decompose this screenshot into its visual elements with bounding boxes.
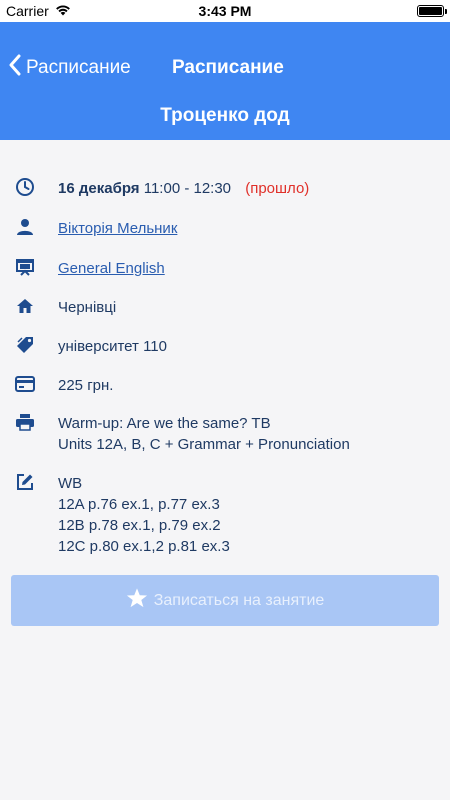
homework-line: 12A p.76 ex.1, p.77 ex.3	[58, 496, 220, 513]
homework-line: 12B p.78 ex.1, p.79 ex.2	[58, 517, 221, 534]
star-icon	[126, 587, 148, 614]
status-badge: (прошло)	[245, 180, 310, 197]
status-time: 3:43 PM	[198, 3, 252, 19]
home-icon	[14, 295, 36, 317]
credit-card-icon	[14, 373, 36, 395]
status-bar: Carrier 3:43 PM	[0, 0, 450, 22]
signup-button[interactable]: Записаться на занятие	[11, 575, 439, 626]
program-line: Units 12A, B, C + Grammar + Pronunciatio…	[58, 436, 350, 453]
back-button-label: Расписание	[26, 56, 131, 78]
lesson-date: 16 декабря	[58, 180, 140, 197]
price-text: 225 грн.	[58, 377, 114, 394]
tag-icon	[14, 334, 36, 356]
presentation-icon	[14, 256, 36, 278]
homework-line: 12C p.80 ex.1,2 p.81 ex.3	[58, 538, 230, 555]
signup-button-label: Записаться на занятие	[153, 591, 325, 609]
page-title: Расписание	[172, 57, 284, 78]
group-name: Троценко дод	[160, 105, 290, 126]
location-text: університет 110	[58, 338, 167, 355]
edit-icon	[14, 471, 36, 493]
program-line: Warm-up: Are we the same? TB	[58, 415, 271, 432]
wifi-icon	[55, 3, 71, 19]
printer-icon	[14, 411, 36, 433]
lesson-time: 11:00 - 12:30	[143, 180, 232, 197]
back-button[interactable]: Расписание	[8, 54, 131, 81]
homework-line: WB	[58, 475, 83, 492]
city-text: Чернівці	[58, 299, 117, 316]
clock-icon	[14, 176, 36, 198]
carrier-label: Carrier	[6, 3, 49, 19]
battery-icon	[416, 5, 447, 17]
teacher-link[interactable]: Вікторія Мельник	[58, 218, 177, 239]
chevron-left-icon	[8, 54, 22, 81]
person-icon	[14, 216, 36, 238]
course-link[interactable]: General English	[58, 258, 165, 279]
navigation-bar: Расписание Расписание Троценко дод	[0, 22, 450, 140]
